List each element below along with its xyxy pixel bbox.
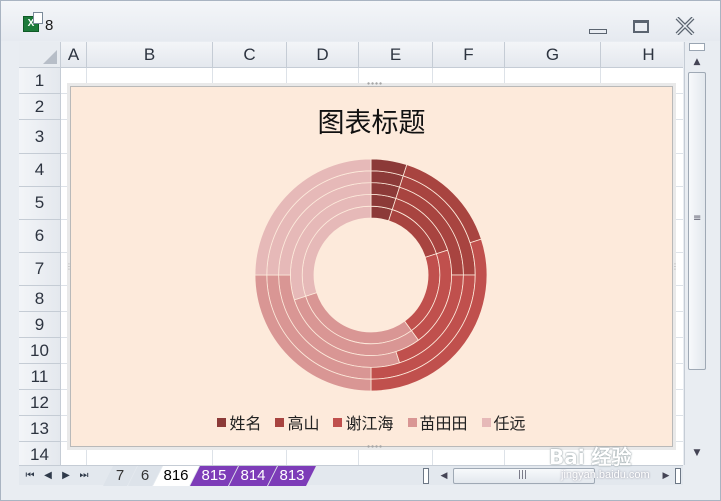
sheet-tab[interactable]: 811	[346, 466, 394, 486]
legend-swatch	[333, 417, 343, 427]
legend-item[interactable]: 苗田田	[407, 410, 468, 434]
worksheet-grid[interactable]: ABCDEFGH 1 2 3 4 5 6 7 8 9 10 11 12 13 14 ∙∙∙∙ ⋮ ⋮ ∙∙…	[19, 42, 683, 465]
vertical-scroll-thumb[interactable]	[688, 72, 706, 370]
column-header[interactable]: F	[433, 42, 505, 68]
chart-title[interactable]: 图表标题	[71, 101, 672, 140]
row-header[interactable]: 13	[19, 416, 61, 442]
prev-sheet-icon[interactable]: ◀	[41, 468, 55, 484]
column-header[interactable]: D	[287, 42, 359, 68]
chart-resize-handle[interactable]: ∙∙∙∙	[366, 443, 383, 451]
column-header[interactable]: B	[87, 42, 213, 68]
legend-item[interactable]: 任远	[481, 410, 526, 434]
column-header[interactable]: A	[61, 42, 87, 68]
column-header[interactable]: C	[213, 42, 287, 68]
next-sheet-icon[interactable]: ▶	[59, 468, 73, 484]
scroll-left-icon[interactable]: ◀	[437, 468, 451, 484]
legend-item[interactable]: 谢江海	[333, 410, 394, 434]
chart-resize-handle[interactable]: ⋮	[65, 263, 73, 271]
row-header[interactable]: 10	[19, 338, 61, 364]
row-header[interactable]: 8	[19, 286, 61, 312]
vertical-scrollbar[interactable]: ▲ ▼	[684, 42, 708, 465]
watermark: Bai 经验 jingyan.baidu.com	[549, 427, 699, 487]
chart-resize-handle[interactable]: ∙∙∙∙	[366, 80, 383, 88]
row-header[interactable]: 14	[19, 442, 61, 465]
row-header[interactable]: 1	[19, 68, 61, 94]
legend-label: 高山	[287, 414, 320, 433]
legend-item[interactable]: 姓名	[217, 410, 261, 434]
row-header[interactable]: 4	[19, 154, 61, 187]
excel-icon: X	[23, 12, 43, 32]
excel-window: X 8 ABCDEFGH 1 2 3 4 5 6 7 8 9 10 11 12 13 14 ∙∙∙∙ ⋮ …	[0, 0, 721, 501]
column-header[interactable]: E	[359, 42, 433, 68]
legend-swatch	[275, 417, 285, 427]
watermark-url: jingyan.baidu.com	[561, 469, 650, 481]
minimize-icon	[589, 28, 607, 34]
last-sheet-icon[interactable]: ⏭	[77, 468, 91, 484]
tab-split-handle[interactable]	[423, 468, 429, 484]
scroll-up-icon[interactable]: ▲	[689, 54, 705, 70]
donut-chart[interactable]	[251, 155, 491, 395]
maximize-button[interactable]	[627, 15, 655, 37]
row-header[interactable]: 9	[19, 312, 61, 338]
row-header[interactable]: 7	[19, 253, 61, 286]
row-header[interactable]: 12	[19, 390, 61, 416]
legend-label: 姓名	[229, 414, 262, 433]
row-header[interactable]: 2	[19, 94, 61, 120]
row-header[interactable]: 11	[19, 364, 61, 390]
close-icon	[675, 17, 695, 35]
column-header[interactable]: G	[505, 42, 601, 68]
legend-swatch	[217, 417, 227, 427]
minimize-button[interactable]	[584, 15, 612, 37]
close-button[interactable]	[671, 15, 699, 37]
legend-swatch	[481, 417, 491, 427]
legend-label: 任远	[493, 414, 526, 433]
first-sheet-icon[interactable]: ⏮	[23, 468, 37, 484]
vertical-split-handle[interactable]	[689, 43, 705, 51]
watermark-brand: Bai 经验	[549, 445, 632, 469]
legend-swatch	[407, 417, 417, 427]
row-header[interactable]: 6	[19, 220, 61, 253]
row-header[interactable]: 3	[19, 120, 61, 154]
legend-label: 谢江海	[345, 414, 394, 433]
legend-label: 苗田田	[419, 414, 468, 433]
maximize-icon	[633, 19, 649, 33]
title-bar: X 8	[1, 1, 720, 41]
chart-resize-handle[interactable]: ⋮	[671, 263, 679, 271]
legend-item[interactable]: 高山	[275, 410, 319, 434]
chart-object[interactable]: ∙∙∙∙ ⋮ ⋮ ∙∙∙∙ 图表标题 姓名 高山 谢江海 苗田田 任远	[65, 80, 679, 451]
select-all-corner[interactable]	[19, 42, 61, 68]
column-header[interactable]: H	[601, 42, 683, 68]
window-title: 8	[45, 17, 54, 34]
row-header[interactable]: 5	[19, 187, 61, 220]
